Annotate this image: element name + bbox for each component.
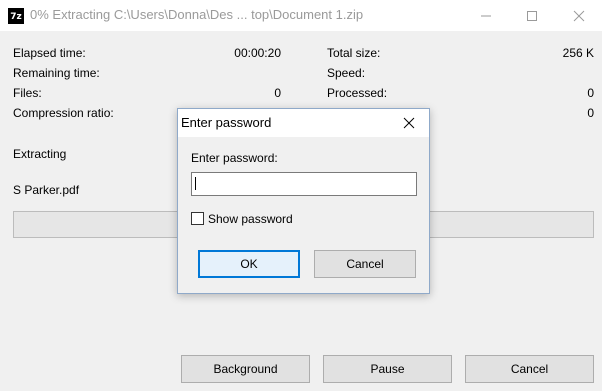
- close-button[interactable]: [556, 0, 602, 31]
- cancel-button[interactable]: Cancel: [465, 355, 594, 383]
- 7zip-app-icon: 7z: [8, 8, 24, 24]
- show-password-label[interactable]: Show password: [208, 212, 293, 226]
- dialog-titlebar[interactable]: Enter password: [178, 109, 429, 137]
- minimize-button[interactable]: [463, 0, 509, 31]
- dialog-cancel-button[interactable]: Cancel: [314, 250, 416, 278]
- elapsed-time-value: 00:00:20: [234, 46, 281, 60]
- processed-value: 0: [587, 86, 594, 100]
- remaining-time-label: Remaining time:: [13, 66, 100, 80]
- maximize-button[interactable]: [509, 0, 555, 31]
- close-icon: [573, 10, 585, 22]
- show-password-checkbox[interactable]: [191, 212, 204, 225]
- operation-status: Extracting: [13, 147, 67, 161]
- compression-ratio-label: Compression ratio:: [13, 106, 114, 120]
- minimize-icon: [481, 15, 491, 17]
- password-input[interactable]: [191, 172, 417, 196]
- pause-button[interactable]: Pause: [323, 355, 452, 383]
- total-size-value: 256 K: [562, 46, 594, 60]
- dialog-title: Enter password: [181, 115, 272, 130]
- password-prompt-label: Enter password:: [191, 151, 278, 165]
- background-button[interactable]: Background: [181, 355, 310, 383]
- total-size-label: Total size:: [327, 46, 381, 60]
- text-caret: [195, 177, 196, 190]
- ok-button[interactable]: OK: [198, 250, 300, 278]
- window-titlebar[interactable]: 7z 0% Extracting C:\Users\Donna\Des ... …: [0, 0, 602, 31]
- window-title: 0% Extracting C:\Users\Donna\Des ... top…: [30, 7, 364, 22]
- files-value: 0: [274, 86, 281, 100]
- files-label: Files:: [13, 86, 42, 100]
- speed-label: Speed:: [327, 66, 366, 80]
- processed-label: Processed:: [327, 86, 388, 100]
- close-icon: [403, 117, 415, 129]
- packed-size-value: 0: [587, 106, 594, 120]
- elapsed-time-label: Elapsed time:: [13, 46, 86, 60]
- current-file-name: S Parker.pdf: [13, 183, 80, 197]
- enter-password-dialog: Enter password Enter password: Show pass…: [177, 108, 430, 294]
- dialog-close-button[interactable]: [389, 109, 429, 137]
- maximize-icon: [527, 11, 537, 21]
